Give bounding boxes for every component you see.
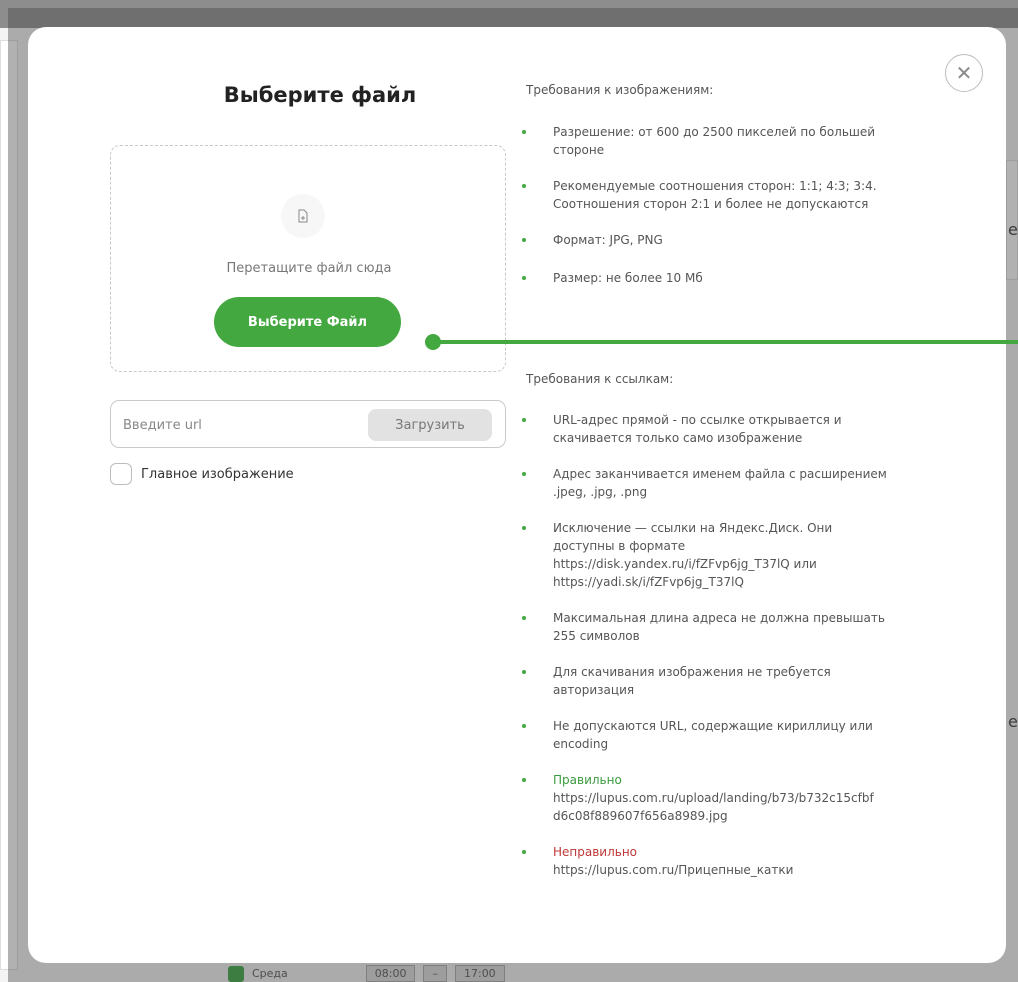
bullet-icon: [522, 238, 526, 242]
requirement-item: Не допускаются URL, содержащие кириллицу…: [518, 717, 938, 753]
bullet-icon: [522, 418, 526, 422]
requirement-text: доступны в формате: [553, 539, 686, 553]
requirement-item: Максимальная длина адреса не должна прев…: [518, 609, 938, 645]
requirement-text: скачивается только само изображение: [553, 431, 803, 445]
dropzone-hint: Перетащите файл сюда: [226, 261, 392, 276]
requirement-item: Формат: JPG, PNG: [518, 231, 938, 249]
connector-dot: [425, 334, 441, 350]
requirement-item: Разрешение: от 600 до 2500 пикселей по б…: [518, 123, 938, 159]
image-requirements-heading: Требования к изображениям:: [526, 83, 714, 97]
file-icon: [281, 194, 325, 238]
requirement-item: Правильно https://lupus.com.ru/upload/lan…: [518, 771, 938, 825]
incorrect-example-label: Неправильно: [553, 845, 638, 859]
requirement-text: d6c08f889607f656a8989.jpg: [553, 809, 728, 823]
requirement-text: 255 символов: [553, 629, 640, 643]
requirement-item: Исключение — ссылки на Яндекс.Диск. Они д…: [518, 519, 938, 591]
connector-line: [433, 340, 1018, 344]
link-requirements-heading: Требования к ссылкам:: [526, 372, 674, 386]
requirement-text: Адрес заканчивается именем файла с расши…: [553, 467, 887, 481]
bullet-icon: [522, 670, 526, 674]
file-upload-modal: ✕ Выберите файл Перетащите файл сюда Выб…: [28, 27, 1006, 963]
bullet-icon: [522, 724, 526, 728]
requirement-text: стороне: [553, 143, 605, 157]
requirement-text: Соотношения сторон 2:1 и более не допуск…: [553, 197, 869, 211]
correct-example-label: Правильно: [553, 773, 622, 787]
modal-title: Выберите файл: [223, 83, 417, 107]
requirement-item: Неправильно https://lupus.com.ru/Прицепны…: [518, 843, 938, 879]
main-image-option[interactable]: Главное изображение: [110, 463, 294, 485]
requirement-item: Для скачивания изображения не требуется а…: [518, 663, 938, 699]
bullet-icon: [522, 850, 526, 854]
requirement-text: encoding: [553, 737, 609, 751]
requirement-text: https://lupus.com.ru/Прицепные_катки: [553, 863, 794, 877]
main-image-label: Главное изображение: [141, 466, 294, 482]
requirement-text: Рекомендуемые соотношения сторон: 1:1; 4…: [553, 179, 877, 193]
link-requirements-list: URL-адрес прямой - по ссылке открывается…: [518, 411, 938, 879]
requirement-text: авторизация: [553, 683, 635, 697]
requirement-text: Размер: не более 10 Мб: [553, 271, 703, 285]
requirement-text: Исключение — ссылки на Яндекс.Диск. Они: [553, 521, 833, 535]
close-icon: ✕: [955, 61, 973, 85]
requirement-text: https://disk.yandex.ru/i/fZFvp6jg_T37lQ …: [553, 557, 817, 571]
requirement-text: Разрешение: от 600 до 2500 пикселей по б…: [553, 125, 876, 139]
bullet-icon: [522, 472, 526, 476]
requirement-text: Формат: JPG, PNG: [553, 233, 663, 247]
bullet-icon: [522, 616, 526, 620]
url-upload-box: Загрузить: [110, 400, 506, 448]
bullet-icon: [522, 778, 526, 782]
requirement-item: Адрес заканчивается именем файла с расши…: [518, 465, 938, 501]
image-requirements-list: Разрешение: от 600 до 2500 пикселей по б…: [518, 123, 938, 307]
bullet-icon: [522, 184, 526, 188]
requirement-text: https://lupus.com.ru/upload/landing/b73/…: [553, 791, 874, 805]
url-input[interactable]: [123, 414, 343, 436]
choose-file-button[interactable]: Выберите Файл: [214, 297, 401, 347]
bullet-icon: [522, 526, 526, 530]
requirement-text: URL-адрес прямой - по ссылке открывается…: [553, 413, 842, 427]
requirement-text: Для скачивания изображения не требуется: [553, 665, 831, 679]
main-image-checkbox[interactable]: [110, 463, 132, 485]
requirement-text: .jpeg, .jpg, .png: [553, 485, 648, 499]
file-dropzone[interactable]: Перетащите файл сюда Выберите Файл: [110, 145, 506, 372]
requirement-text: Максимальная длина адреса не должна прев…: [553, 611, 885, 625]
bullet-icon: [522, 276, 526, 280]
bullet-icon: [522, 130, 526, 134]
requirement-text: Не допускаются URL, содержащие кириллицу…: [553, 719, 873, 733]
requirement-text: https://yadi.sk/i/fZFvp6jg_T37lQ: [553, 575, 744, 589]
upload-url-button[interactable]: Загрузить: [368, 409, 492, 441]
requirement-item: Размер: не более 10 Мб: [518, 269, 938, 287]
close-button[interactable]: ✕: [945, 54, 983, 92]
requirement-item: URL-адрес прямой - по ссылке открывается…: [518, 411, 938, 447]
requirement-item: Рекомендуемые соотношения сторон: 1:1; 4…: [518, 177, 938, 213]
